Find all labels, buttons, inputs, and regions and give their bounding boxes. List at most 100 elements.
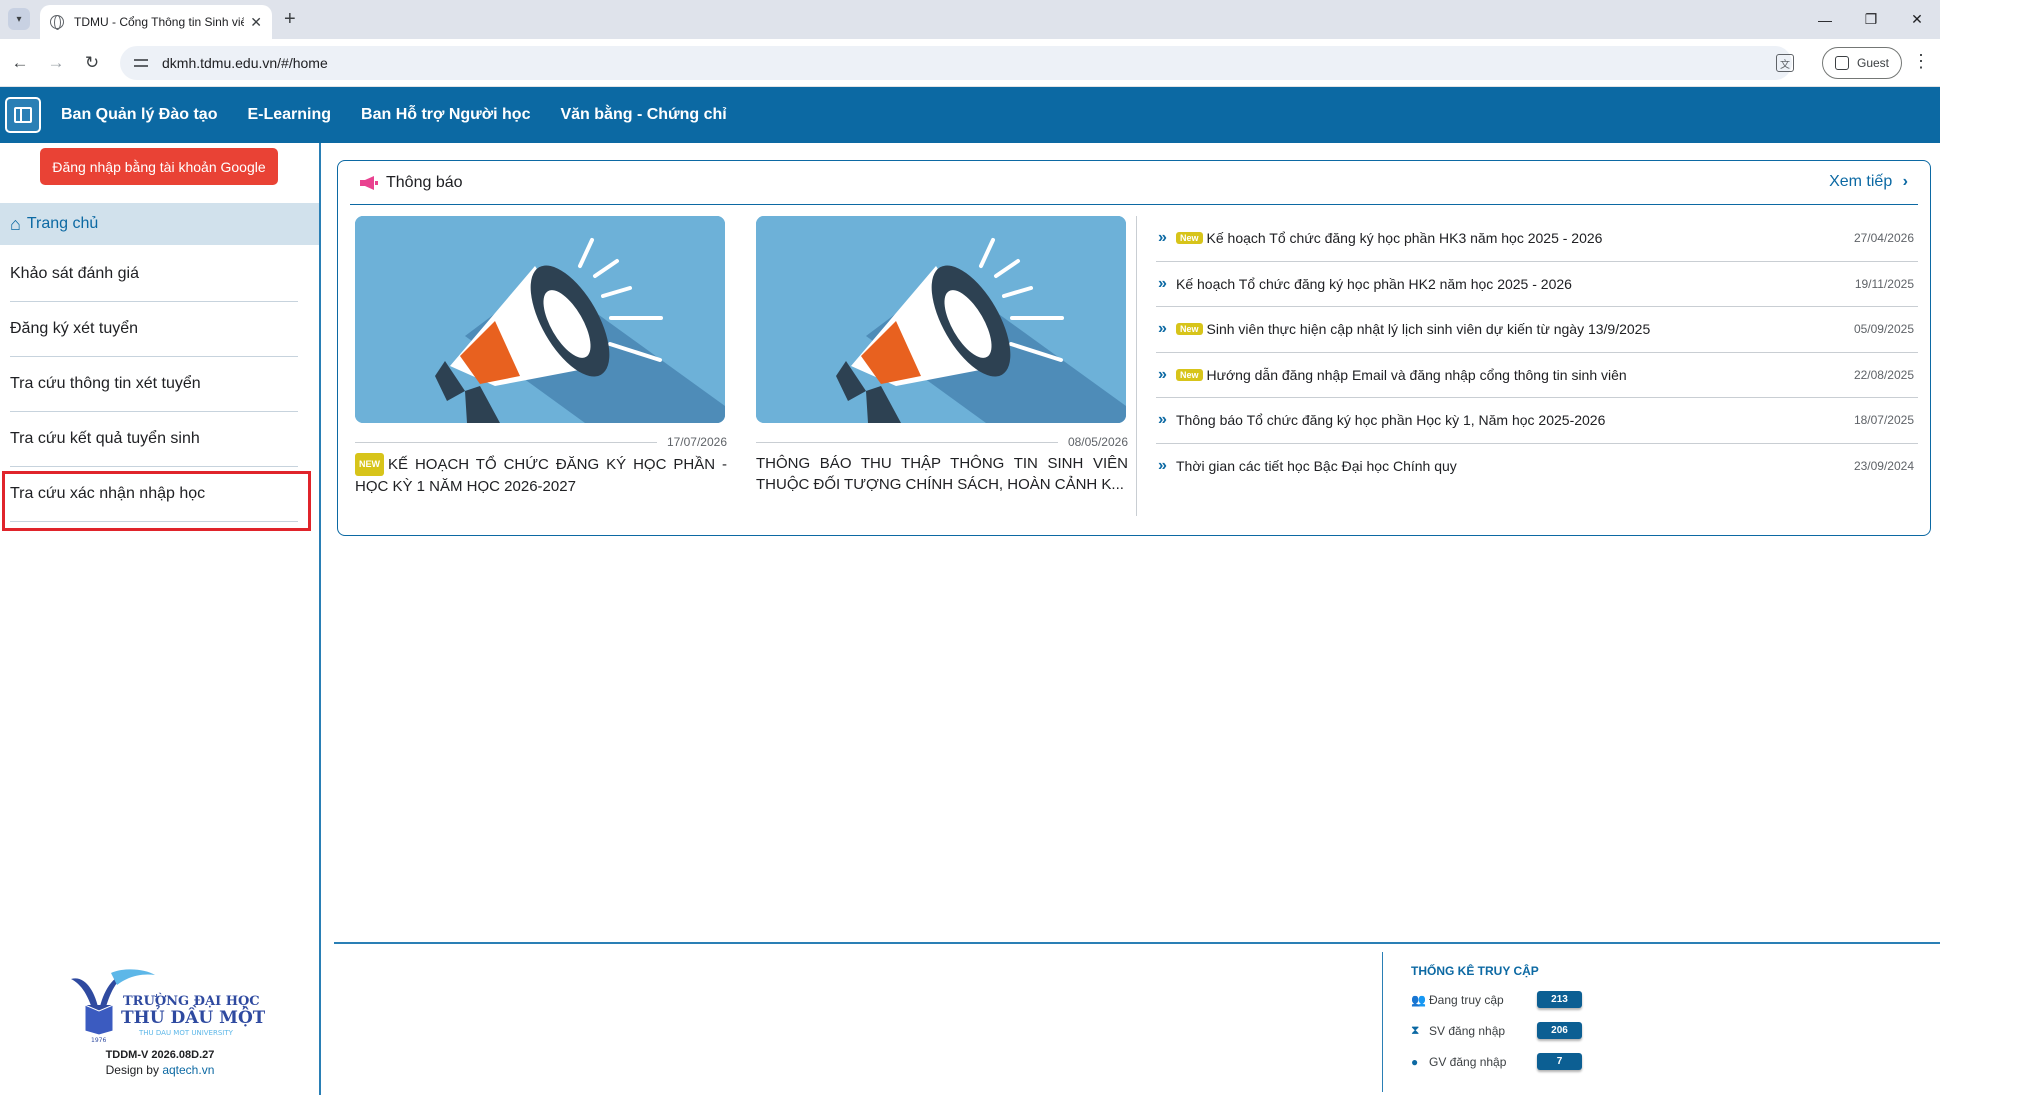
stat-value: 206 (1537, 1022, 1582, 1039)
megaphone-illustration (756, 216, 1126, 423)
site-header: Ban Quản lý Đào tạo E-Learning Ban Hỗ tr… (0, 87, 1940, 143)
news-date: 27/04/2026 (1853, 231, 1914, 246)
news-title: THÔNG BÁO THU THẬP THÔNG TIN SINH VIÊN T… (756, 455, 1128, 493)
stat-label: Đang truy cập (1429, 992, 1504, 1007)
double-chevron-icon: » (1158, 411, 1167, 429)
credit-prefix: Design by (105, 1063, 159, 1077)
stat-teachers: ● GV đăng nhập 7 (1411, 1046, 1662, 1077)
reload-icon[interactable]: ↻ (80, 51, 104, 75)
credit-link[interactable]: aqtech.vn (162, 1063, 214, 1077)
university-logo: 1976 TRƯỜNG ĐẠI HỌC THỦ DẦU MỘT THU DAU … (40, 965, 280, 1077)
logo-line1: TRƯỜNG ĐẠI HỌC (123, 992, 260, 1009)
tab-strip: ▾ TDMU - Cổng Thông tin Sinh viên ✕ + — … (0, 0, 1940, 39)
news-list-item[interactable]: » New Sinh viên thực hiện cập nhật lý lịc… (1156, 307, 1918, 353)
nav-van-bang-chung-chi[interactable]: Văn bằng - Chứng chỉ (560, 106, 726, 124)
address-bar[interactable]: dkmh.tdmu.edu.vn/#/home (120, 46, 1792, 80)
browser-chrome: ▾ TDMU - Cổng Thông tin Sinh viên ✕ + — … (0, 0, 1940, 87)
teacher-icon: ● (1411, 1054, 1419, 1069)
news-list-item[interactable]: » Thời gian các tiết học Bậc Đại học Chí… (1156, 444, 1918, 490)
sidebar-item-tra-cuu-ket-qua[interactable]: Tra cứu kết quả tuyển sinh (10, 412, 298, 467)
access-stats: THỐNG KÊ TRUY CẬP 👥 Đang truy cập 213 ⧗ … (1382, 952, 1662, 1092)
news-list-item[interactable]: » New Hướng dẫn đăng nhập Email và đăng n… (1156, 353, 1918, 398)
translate-icon[interactable]: 文 (1776, 54, 1794, 72)
double-chevron-icon: » (1158, 457, 1167, 475)
logo-year: 1976 (91, 1037, 106, 1044)
stat-label: GV đăng nhập (1429, 1054, 1507, 1069)
chevron-right-icon: › (1902, 173, 1908, 190)
featured-news-2[interactable]: 08/05/2026 THÔNG BÁO THU THẬP THÔNG TIN … (756, 216, 1128, 495)
design-credit: Design by aqtech.vn (40, 1063, 280, 1077)
stat-value: 213 (1537, 991, 1582, 1008)
card-header: Thông báo Xem tiếp › (350, 161, 1918, 205)
tab-search-button[interactable]: ▾ (8, 8, 30, 30)
browser-tab[interactable]: TDMU - Cổng Thông tin Sinh viên ✕ (40, 5, 272, 39)
new-badge: New (1176, 323, 1203, 336)
globe-icon (50, 15, 64, 30)
sidebar-item-tra-cuu-thong-tin[interactable]: Tra cứu thông tin xét tuyển (10, 357, 298, 412)
new-badge: New (1176, 368, 1203, 381)
app-version: TDDM-V 2026.08D.27 (105, 1049, 215, 1061)
sidebar-toggle-button[interactable] (5, 97, 41, 133)
sidebar-toggle-icon (14, 107, 32, 123)
more-menu-icon[interactable]: ⋮ (1912, 51, 1930, 72)
news-date: 23/09/2024 (1853, 459, 1914, 474)
see-more-link[interactable]: Xem tiếp › (1829, 173, 1908, 191)
stats-title: THỐNG KÊ TRUY CẬP (1411, 964, 1539, 978)
site-info-icon[interactable] (134, 57, 150, 69)
announcement-card: Thông báo Xem tiếp › 17/07/2026 NEW KẾ H… (337, 160, 1931, 536)
tdmu-logo-icon: 1976 TRƯỜNG ĐẠI HỌC THỦ DẦU MỘT THU DAU … (71, 969, 265, 1044)
sidebar-item-khao-sat[interactable]: Khảo sát đánh giá (10, 247, 298, 302)
sidebar-item-tra-cuu-xac-nhan[interactable]: Tra cứu xác nhận nhập học (2, 467, 311, 531)
forward-icon[interactable]: → (44, 51, 68, 75)
close-tab-icon[interactable]: ✕ (250, 14, 262, 31)
home-icon: ⌂ (10, 213, 21, 234)
back-icon[interactable]: ← (8, 51, 32, 75)
see-more-label: Xem tiếp (1829, 173, 1893, 190)
profile-button[interactable]: Guest (1822, 47, 1902, 79)
nav-ban-quan-ly-dao-tao[interactable]: Ban Quản lý Đào tạo (61, 106, 217, 124)
news-date: 22/08/2025 (1853, 367, 1914, 382)
double-chevron-icon: » (1158, 320, 1167, 338)
close-window-icon[interactable]: ✕ (1894, 0, 1940, 39)
news-title: New KẾ HOẠCH TỔ CHỨC ĐĂNG KÝ HỌC PHẦN - H… (355, 453, 727, 495)
column-divider (1136, 216, 1137, 516)
stat-value: 7 (1537, 1053, 1582, 1070)
news-date: 19/11/2025 (1854, 276, 1914, 291)
sidebar: Đăng nhập bằng tài khoản Google ⌂ Trang … (0, 143, 321, 1095)
featured-news-1[interactable]: 17/07/2026 New KẾ HOẠCH TỔ CHỨC ĐĂNG KÝ H… (355, 216, 727, 495)
news-list-item[interactable]: » Kế hoạch Tổ chức đăng ký học phần HK2 … (1156, 262, 1918, 307)
profile-icon (1835, 56, 1849, 70)
news-meta: 17/07/2026 (355, 435, 727, 449)
minimize-icon[interactable]: — (1802, 0, 1848, 39)
chevron-down-icon: ▾ (16, 13, 22, 25)
browser-toolbar: ← → ↻ dkmh.tdmu.edu.vn/#/home 文 Guest ⋮ (0, 39, 1940, 87)
news-date: 18/07/2025 (1853, 413, 1914, 428)
logo-line2: THỦ DẦU MỘT (121, 1005, 265, 1028)
window-controls: — ❐ ✕ (1802, 0, 1940, 39)
student-icon: ⧗ (1411, 1023, 1420, 1037)
news-date: 08/05/2026 (1067, 435, 1128, 449)
logo-line3: THU DAU MOT UNIVERSITY (138, 1029, 234, 1037)
stat-students: ⧗ SV đăng nhập 206 (1411, 1015, 1662, 1046)
news-list-item[interactable]: » New Kế hoạch Tổ chức đăng ký học phần H… (1156, 216, 1918, 262)
stat-label: SV đăng nhập (1429, 1023, 1506, 1038)
restore-icon[interactable]: ❐ (1848, 0, 1894, 39)
footer-divider (334, 942, 1940, 944)
sidebar-item-dang-ky-xet-tuyen[interactable]: Đăng ký xét tuyển (10, 302, 298, 357)
sidebar-item-label: Trang chủ (26, 215, 99, 232)
google-login-button[interactable]: Đăng nhập bằng tài khoản Google (40, 148, 278, 185)
nav-e-learning[interactable]: E-Learning (247, 106, 331, 124)
double-chevron-icon: » (1158, 229, 1167, 247)
url-text: dkmh.tdmu.edu.vn/#/home (162, 55, 328, 71)
megaphone-icon (360, 175, 378, 190)
megaphone-illustration (355, 216, 725, 423)
new-tab-button[interactable]: + (284, 8, 296, 30)
sidebar-item-home[interactable]: ⌂ Trang chủ (0, 203, 319, 245)
new-badge: New (355, 453, 384, 476)
tab-title: TDMU - Cổng Thông tin Sinh viên (74, 15, 245, 29)
news-date: 17/07/2026 (666, 435, 727, 449)
sidebar-menu: Khảo sát đánh giá Đăng ký xét tuyển Tra … (2, 247, 311, 531)
news-list: » New Kế hoạch Tổ chức đăng ký học phần H… (1156, 216, 1918, 489)
nav-ban-ho-tro-nguoi-hoc[interactable]: Ban Hỗ trợ Người học (361, 106, 530, 124)
news-list-item[interactable]: » Thông báo Tổ chức đăng ký học phần Học… (1156, 398, 1918, 444)
